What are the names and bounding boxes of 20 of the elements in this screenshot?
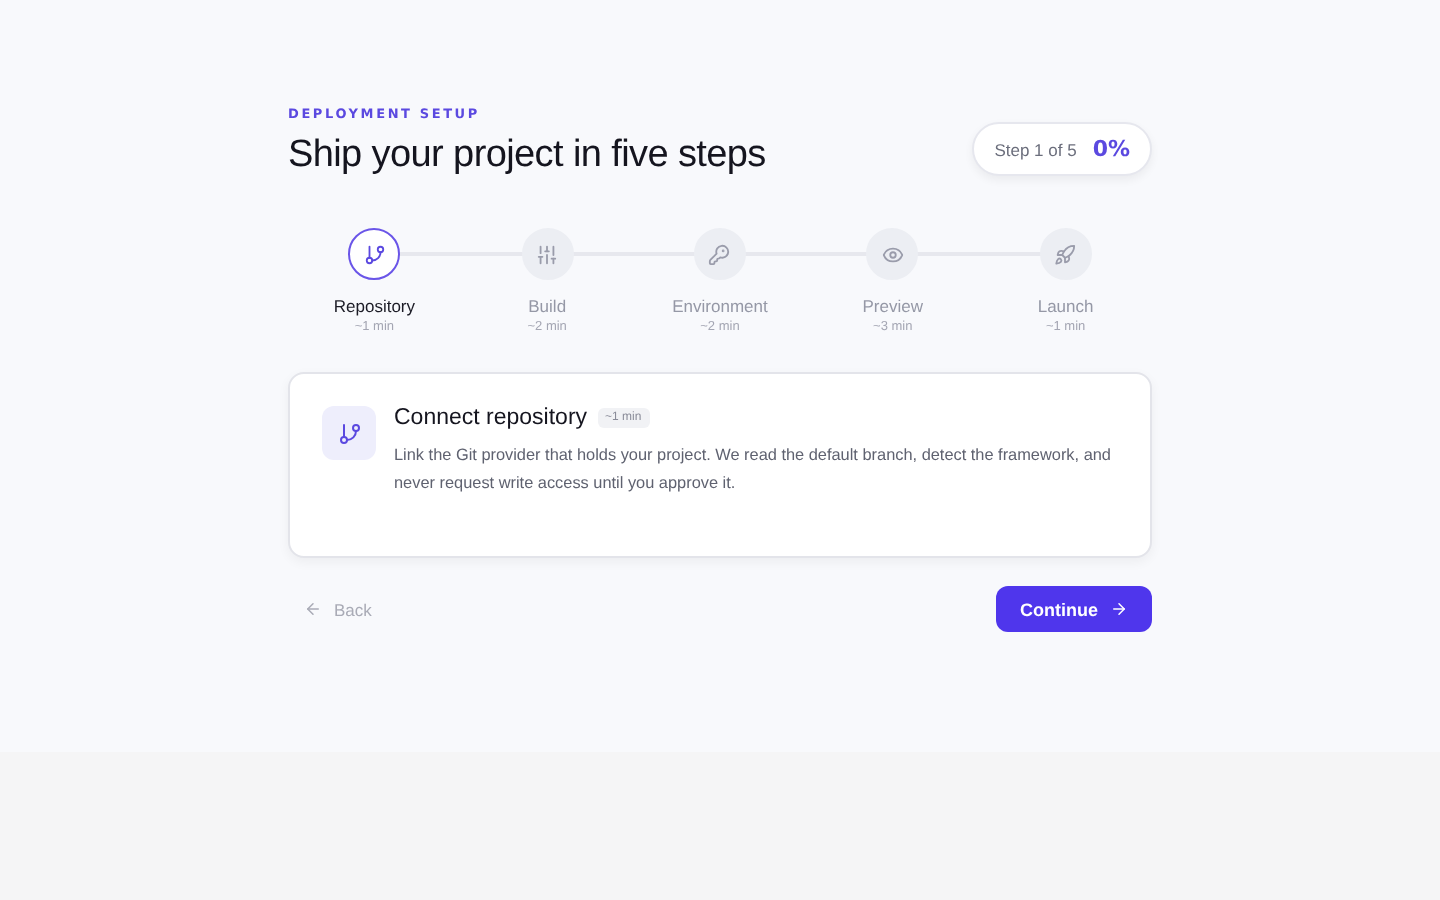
step-label: Repository: [333, 296, 416, 316]
continue-button[interactable]: Continue: [996, 586, 1152, 632]
arrow-right-icon: [1110, 600, 1128, 618]
card-description: Link the Git provider that holds your project. We read the default branch, detect the framework, and never request write access until you approve it.: [394, 444, 1113, 496]
rocket-icon: [1054, 243, 1077, 265]
step-circle[interactable]: [348, 228, 401, 280]
key-icon: [708, 243, 731, 265]
step-counter: Step 1 of 5: [994, 139, 1077, 159]
card-title: Connect repository: [394, 406, 588, 430]
arrow-left-icon: [304, 600, 322, 618]
step-label: Launch: [1037, 296, 1094, 316]
eye-icon: [881, 243, 904, 265]
step-label: Build: [528, 296, 567, 316]
step-label: Environment: [672, 296, 768, 316]
branch-icon: [363, 243, 386, 265]
progress-percent: 0%: [1092, 136, 1130, 162]
step-label: Preview: [862, 296, 923, 316]
sliders-icon: [536, 243, 559, 265]
branch-icon: [322, 406, 376, 460]
page-title: Ship your project in five steps: [288, 134, 766, 178]
